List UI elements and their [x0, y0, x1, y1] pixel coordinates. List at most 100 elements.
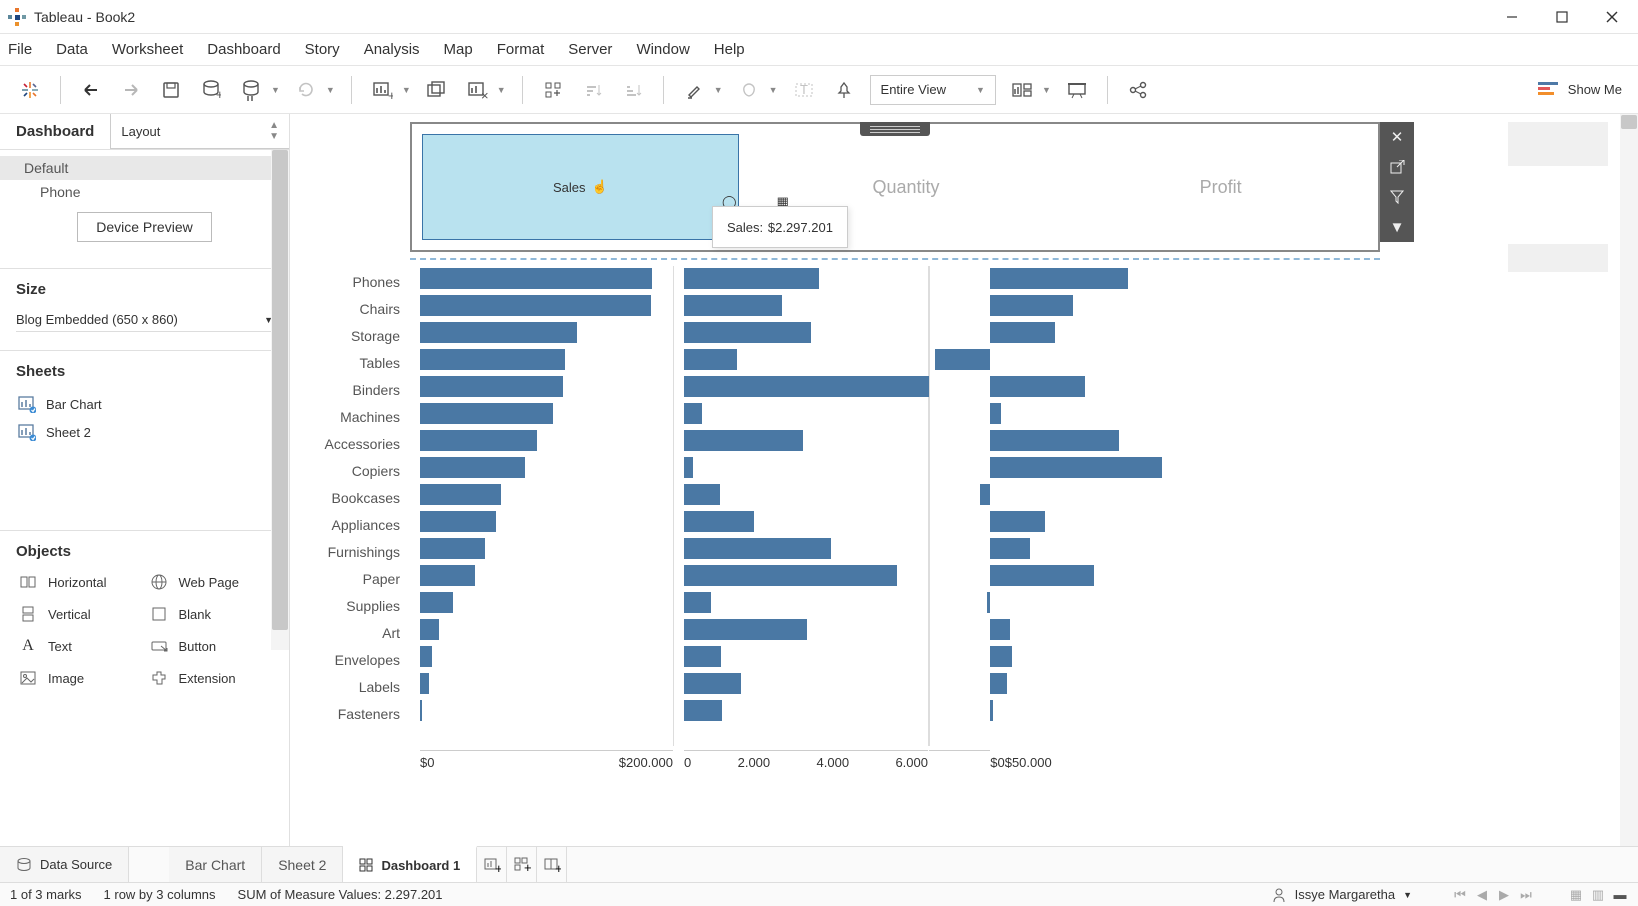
bar[interactable] [420, 538, 485, 559]
object-button[interactable]: Button [147, 634, 274, 658]
row-label[interactable]: Appliances [290, 511, 410, 538]
row-label[interactable]: Fasteners [290, 700, 410, 727]
bar[interactable] [935, 349, 990, 370]
maximize-button[interactable] [1550, 5, 1574, 29]
new-datasource-button[interactable]: + [197, 76, 225, 104]
row-label[interactable]: Binders [290, 376, 410, 403]
bar[interactable] [684, 349, 737, 370]
bar[interactable] [990, 673, 1007, 694]
sheet-tab-barchart[interactable]: Bar Chart [169, 847, 262, 882]
bar[interactable] [420, 322, 577, 343]
sheet-tab-sheet2[interactable]: Sheet 2 [262, 847, 343, 882]
show-me-button[interactable]: Show Me [1538, 82, 1622, 98]
new-story-tab[interactable]: + [537, 847, 567, 882]
bar[interactable] [684, 457, 693, 478]
menu-worksheet[interactable]: Worksheet [112, 41, 183, 58]
more-options-icon[interactable]: ▼ [1380, 212, 1414, 242]
dropdown-caret-icon[interactable]: ▼ [1042, 85, 1051, 95]
swap-button[interactable] [539, 76, 567, 104]
layout-pane-tab[interactable]: Layout ▲▼ [110, 114, 289, 149]
new-worksheet-button[interactable]: + [368, 76, 396, 104]
menu-file[interactable]: File [8, 41, 32, 58]
first-sheet-icon[interactable]: ⏮ [1452, 887, 1468, 903]
minimize-button[interactable] [1500, 5, 1524, 29]
bar[interactable] [420, 646, 432, 667]
bar[interactable] [684, 673, 741, 694]
bar[interactable] [420, 268, 652, 289]
object-web-page[interactable]: Web Page [147, 570, 274, 594]
highlight-button[interactable] [680, 76, 708, 104]
sheet-item[interactable]: Sheet 2 [16, 418, 273, 446]
row-label[interactable]: Copiers [290, 457, 410, 484]
share-button[interactable] [1124, 76, 1152, 104]
bar[interactable] [987, 592, 991, 613]
row-label[interactable]: Machines [290, 403, 410, 430]
refresh-button[interactable] [292, 76, 320, 104]
bar[interactable] [420, 511, 496, 532]
sheet-item[interactable]: Bar Chart [16, 390, 273, 418]
clear-sheet-button[interactable]: × [463, 76, 491, 104]
bar[interactable] [420, 430, 537, 451]
row-label[interactable]: Envelopes [290, 646, 410, 673]
canvas-scrollbar[interactable] [1620, 114, 1638, 846]
bar[interactable] [990, 538, 1030, 559]
sheet-sorter-icon[interactable]: ▬ [1612, 887, 1628, 903]
row-label[interactable]: Furnishings [290, 538, 410, 565]
dashboard-pane-tab[interactable]: Dashboard [0, 114, 110, 149]
dropdown-caret-icon[interactable]: ▼ [326, 85, 335, 95]
object-vertical[interactable]: Vertical [16, 602, 143, 626]
row-label[interactable]: Chairs [290, 295, 410, 322]
bar[interactable] [684, 511, 754, 532]
menu-server[interactable]: Server [568, 41, 612, 58]
dropdown-caret-icon[interactable]: ▼ [769, 85, 778, 95]
row-label[interactable]: Phones [290, 268, 410, 295]
redo-button[interactable] [117, 76, 145, 104]
bar[interactable] [684, 295, 782, 316]
bar[interactable] [684, 646, 721, 667]
device-preview-button[interactable]: Device Preview [77, 212, 211, 242]
dropdown-caret-icon[interactable]: ▼ [402, 85, 411, 95]
menu-window[interactable]: Window [636, 41, 689, 58]
undo-button[interactable] [77, 76, 105, 104]
tab-view-icon[interactable]: ▦ [1568, 887, 1584, 903]
bar[interactable] [684, 700, 722, 721]
labels-button[interactable]: T [790, 76, 818, 104]
bar[interactable] [420, 700, 422, 721]
menu-format[interactable]: Format [497, 41, 545, 58]
menu-analysis[interactable]: Analysis [364, 41, 420, 58]
next-sheet-icon[interactable]: ▶ [1496, 887, 1512, 903]
sort-desc-button[interactable] [619, 76, 647, 104]
row-label[interactable]: Bookcases [290, 484, 410, 511]
bar-chart[interactable]: PhonesChairsStorageTablesBindersMachines… [410, 266, 1380, 746]
pin-button[interactable] [830, 76, 858, 104]
tab-sales[interactable]: Sales☝ [422, 134, 739, 240]
bar[interactable] [990, 700, 993, 721]
bar[interactable] [684, 403, 702, 424]
bar[interactable] [990, 430, 1119, 451]
bar[interactable] [684, 619, 807, 640]
bar[interactable] [420, 295, 651, 316]
bar[interactable] [420, 619, 439, 640]
bar[interactable] [990, 268, 1128, 289]
show-cards-button[interactable] [1008, 76, 1036, 104]
dashboard-canvas[interactable]: Sales☝ Quantity Profit ✕ ▼ ◯▦ Sales: $2.… [290, 114, 1638, 846]
bar[interactable] [420, 673, 429, 694]
row-label[interactable]: Supplies [290, 592, 410, 619]
measure-tabs-container[interactable]: Sales☝ Quantity Profit ✕ ▼ ◯▦ Sales: $2.… [410, 122, 1380, 252]
bar[interactable] [990, 376, 1085, 397]
bar[interactable] [684, 565, 897, 586]
presentation-button[interactable] [1063, 76, 1091, 104]
tab-profit[interactable]: Profit [1063, 124, 1378, 250]
bar[interactable] [990, 619, 1010, 640]
user-menu[interactable]: Issye Margaretha ▼ [1271, 887, 1412, 903]
bar[interactable] [990, 511, 1045, 532]
menu-map[interactable]: Map [444, 41, 473, 58]
row-label[interactable]: Labels [290, 673, 410, 700]
go-to-sheet-icon[interactable] [1380, 152, 1414, 182]
bar[interactable] [420, 457, 525, 478]
object-extension[interactable]: Extension [147, 666, 274, 690]
sheet-tab-dashboard1[interactable]: Dashboard 1 [343, 846, 477, 882]
sort-asc-button[interactable] [579, 76, 607, 104]
bar[interactable] [684, 376, 930, 397]
bar[interactable] [420, 376, 563, 397]
